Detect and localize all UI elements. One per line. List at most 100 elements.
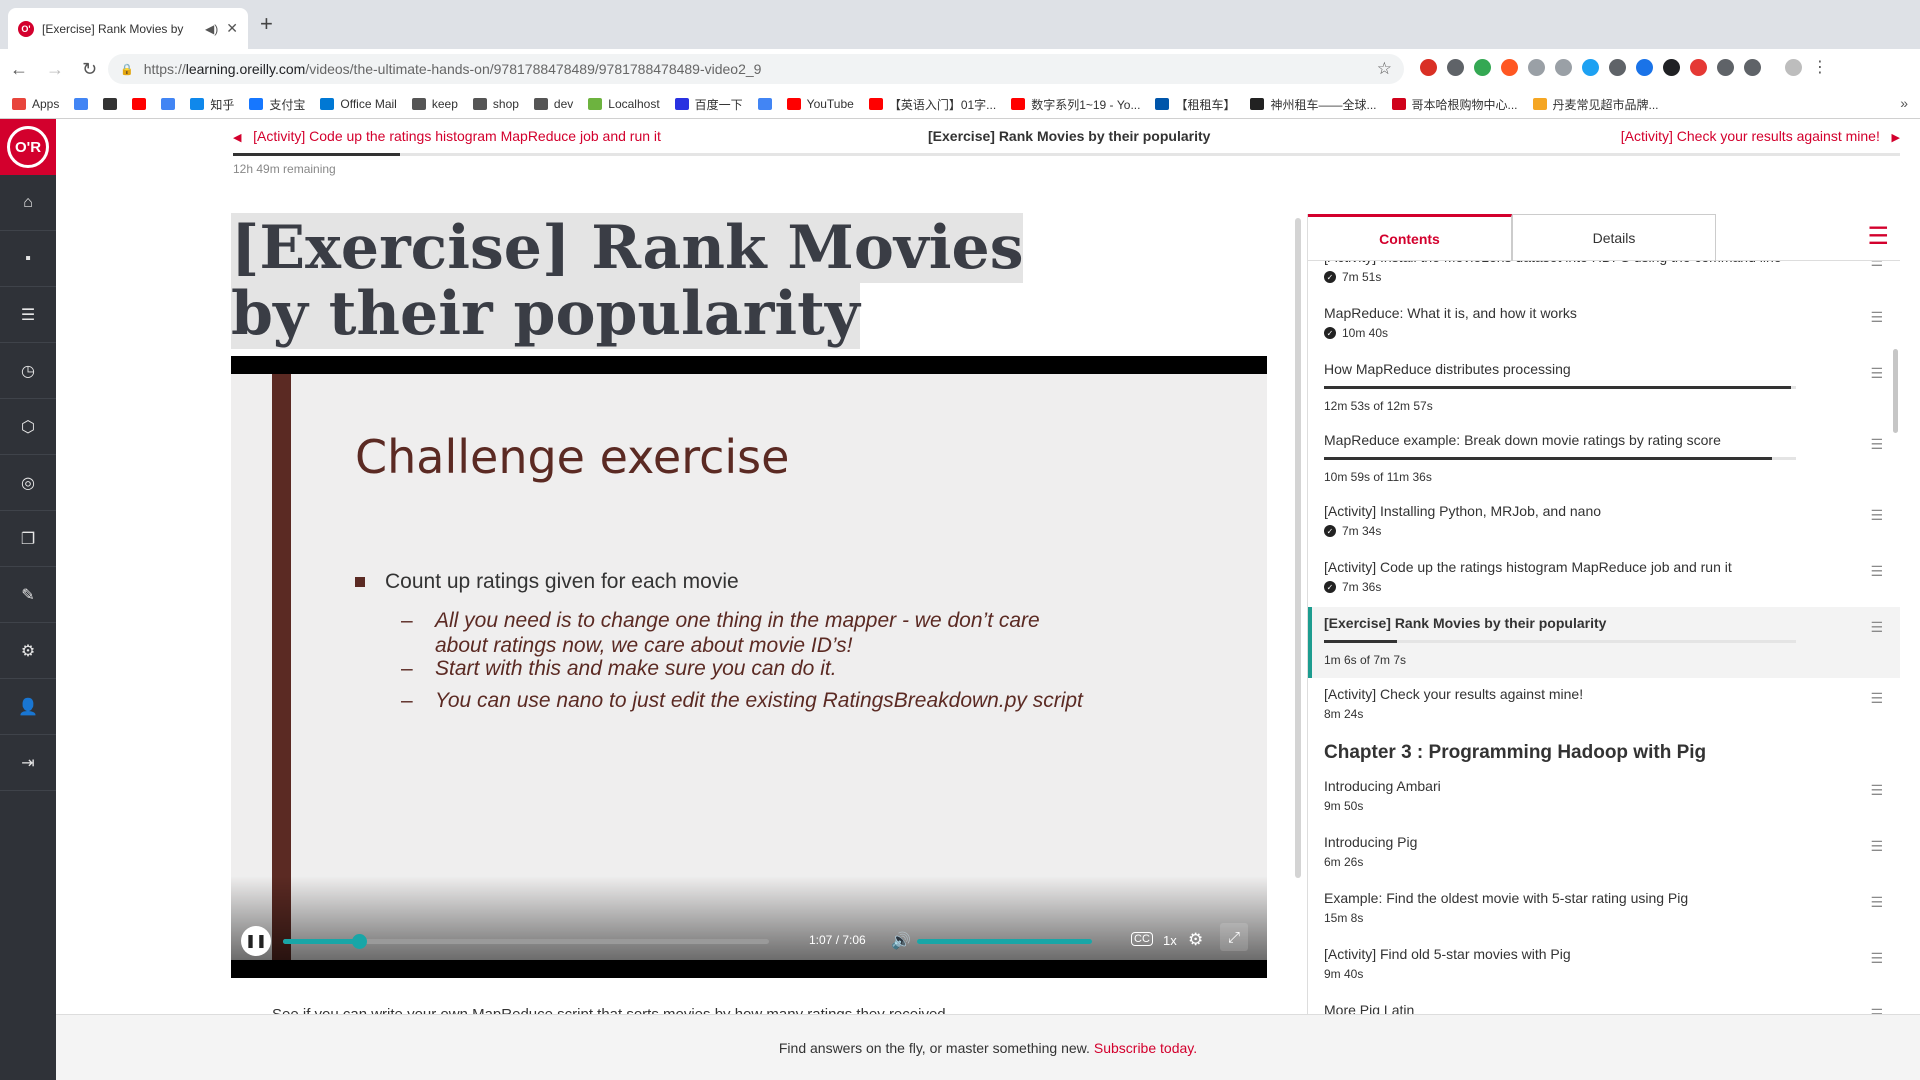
toc-item[interactable]: [Activity] Installing Python, MRJob, and… [1308, 495, 1900, 551]
fullscreen-icon[interactable]: ⤢ [1220, 923, 1248, 951]
subscribe-link[interactable]: Subscribe today. [1094, 1040, 1197, 1056]
forward-arrow-icon[interactable]: → [46, 59, 64, 80]
previous-lesson-link[interactable]: ◀ [Activity] Code up the ratings histogr… [233, 128, 661, 144]
back-arrow-icon[interactable]: ← [10, 59, 28, 80]
gear-icon[interactable]: ⚙ [0, 623, 56, 679]
bookmarks-overflow-icon[interactable]: » [1900, 95, 1908, 111]
profile-avatar-icon[interactable] [1785, 58, 1802, 76]
audio-playing-icon[interactable]: ◀) [205, 22, 218, 36]
bookmark-item[interactable]: shop [472, 97, 519, 111]
info-icon[interactable] [1744, 58, 1761, 76]
bookmark-item[interactable]: 神州租车——全球... [1250, 96, 1377, 113]
playlist-add-icon[interactable]: ☰ [1870, 1006, 1883, 1014]
toc-item[interactable]: [Activity] Check your results against mi… [1308, 678, 1900, 734]
playlist-add-icon[interactable]: ☰ [1870, 894, 1883, 911]
pencil-icon[interactable]: ✎ [0, 567, 56, 623]
playlist-add-icon[interactable]: ☰ [1870, 507, 1883, 524]
toc-item[interactable]: MapReduce: What it is, and how it works ✓… [1308, 297, 1900, 353]
bookmark-item[interactable]: Localhost [588, 97, 660, 111]
bookmark-item[interactable] [132, 98, 147, 110]
bookmark-item[interactable]: 哥本哈根购物中心... [1391, 96, 1518, 113]
toc-item[interactable]: MapReduce example: Break down movie rati… [1308, 424, 1900, 495]
bookmark-item[interactable] [74, 98, 89, 110]
volume-slider[interactable] [917, 939, 1092, 944]
oreilly-logo[interactable]: O'R [0, 119, 56, 175]
toc-item[interactable]: [Activity] Find old 5-star movies with P… [1308, 938, 1900, 994]
bookmark-item[interactable] [161, 98, 176, 110]
tab-contents[interactable]: Contents [1308, 214, 1512, 261]
adblock-icon[interactable] [1690, 58, 1707, 76]
list-icon[interactable]: ☰ [0, 287, 56, 343]
settings-gear-icon[interactable]: ⚙ [1188, 930, 1203, 950]
bookmark-item[interactable]: 【英语入门】01字... [868, 96, 996, 113]
bookmark-item[interactable]: 【租租车】 [1155, 96, 1235, 113]
captions-button[interactable]: CC [1131, 932, 1153, 946]
bookmark-item[interactable]: 丹麦常见超市品牌... [1532, 96, 1659, 113]
bookmark-item[interactable] [103, 98, 118, 110]
target-icon[interactable]: ◎ [0, 455, 56, 511]
playlist-add-icon[interactable]: ☰ [1870, 365, 1883, 382]
video-player[interactable]: Challenge exercise Count up ratings give… [231, 356, 1267, 978]
playlist-add-icon[interactable]: ☰ [1870, 619, 1883, 636]
extension-icon[interactable] [1501, 58, 1518, 76]
menu-dots-icon[interactable]: ⋮ [1812, 57, 1828, 77]
browser-tab[interactable]: O' [Exercise] Rank Movies by ◀) ✕ [8, 8, 248, 49]
bookmark-item[interactable]: 知乎 [190, 96, 234, 113]
bookmark-item[interactable] [757, 98, 772, 110]
reload-icon[interactable]: ↻ [82, 59, 97, 80]
extension-icon[interactable] [1420, 58, 1437, 76]
close-tab-icon[interactable]: ✕ [226, 20, 238, 37]
bookmark-item[interactable]: 支付宝 [249, 96, 305, 113]
playlist-add-icon[interactable]: ☰ [1870, 782, 1883, 799]
bookmark-star-icon[interactable]: ☆ [1377, 59, 1392, 79]
toc-item[interactable]: How MapReduce distributes processing 12m … [1308, 353, 1900, 424]
bookmark-item[interactable]: keep [411, 97, 458, 111]
content-scrollbar[interactable] [1295, 218, 1301, 878]
video-frame[interactable]: Challenge exercise Count up ratings give… [231, 374, 1267, 960]
toc-item[interactable]: Introducing Ambari 9m 50s ☰ [1308, 770, 1900, 826]
toc-item[interactable]: Example: Find the oldest movie with 5-st… [1308, 882, 1900, 938]
user-icon[interactable]: 👤 [0, 679, 56, 735]
home-icon[interactable]: ⌂ [0, 175, 56, 231]
extension-icon[interactable] [1717, 58, 1734, 76]
bookmark-item[interactable]: dev [533, 97, 573, 111]
seek-bar[interactable] [283, 934, 769, 949]
toc-item[interactable]: Introducing Pig 6m 26s ☰ [1308, 826, 1900, 882]
playback-speed-button[interactable]: 1x [1163, 933, 1177, 948]
bookmark-item[interactable]: Apps [12, 97, 59, 111]
toc-item-active[interactable]: [Exercise] Rank Movies by their populari… [1308, 607, 1900, 678]
new-tab-button[interactable]: + [260, 12, 273, 36]
seek-handle[interactable] [352, 934, 368, 949]
copy-icon[interactable]: ❐ [0, 511, 56, 567]
playlist-add-icon[interactable]: ☰ [1870, 838, 1883, 855]
extension-icon[interactable] [1663, 58, 1680, 76]
playlist-add-icon[interactable]: ☰ [1870, 436, 1883, 453]
hexagon-icon[interactable]: ⬡ [0, 399, 56, 455]
signout-icon[interactable]: ⇥ [0, 735, 56, 791]
extension-icon[interactable] [1528, 58, 1545, 76]
playlist-add-icon[interactable]: ☰ [1870, 950, 1883, 967]
playlist-add-icon[interactable]: ☰ [1870, 690, 1883, 707]
playlist-add-icon[interactable]: ☰ [1870, 309, 1883, 326]
pause-button[interactable]: ❚❚ [241, 926, 271, 956]
extension-icon[interactable] [1636, 58, 1653, 76]
extension-icon[interactable] [1474, 58, 1491, 76]
lock-icon[interactable]: 🔒 [120, 63, 134, 76]
bookmark-item[interactable]: Office Mail [320, 97, 397, 111]
address-bar[interactable]: 🔒 https:// learning.oreilly.com /videos/… [108, 54, 1404, 84]
next-lesson-link[interactable]: [Activity] Check your results against mi… [1621, 128, 1900, 144]
chat-icon[interactable]: ▪ [0, 231, 56, 287]
volume-icon[interactable]: 🔊 [891, 931, 911, 951]
tab-details[interactable]: Details [1512, 214, 1716, 261]
toc-item[interactable]: [Activity] Code up the ratings histogram… [1308, 551, 1900, 607]
extension-icon[interactable] [1582, 58, 1599, 76]
extension-icon[interactable] [1447, 58, 1464, 76]
bookmark-item[interactable]: YouTube [786, 97, 854, 111]
history-icon[interactable]: ◷ [0, 343, 56, 399]
bookmark-item[interactable]: 数字系列1~19 - Yo... [1011, 96, 1140, 113]
toc-toggle-icon[interactable]: ☰ [1867, 222, 1889, 251]
toc-item[interactable]: More Pig Latin ☰ [1308, 994, 1900, 1014]
playlist-add-icon[interactable]: ☰ [1870, 563, 1883, 580]
bookmark-item[interactable]: 百度一下 [674, 96, 743, 113]
extension-icon[interactable] [1555, 58, 1572, 76]
